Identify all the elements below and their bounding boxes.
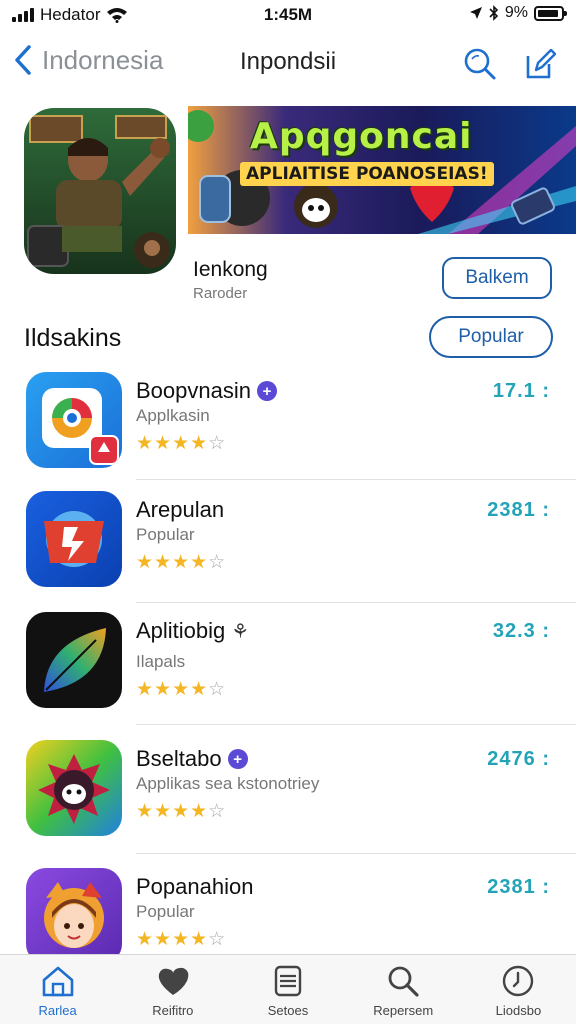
app-price: 2381 :: [487, 499, 550, 521]
edit-button[interactable]: [522, 46, 558, 82]
bluetooth-icon: [489, 5, 499, 21]
app-name-text: Arepulan: [136, 497, 225, 522]
app-name-text: Bseltabo: [136, 746, 222, 771]
section-title: Ildsakins: [24, 324, 122, 352]
tab-bar: Rarlea Reifitro Setoes Repersem Liodsbo: [0, 954, 576, 1024]
battery-percent: 9%: [504, 4, 528, 21]
status-right: 9%: [469, 4, 567, 22]
app-category: Applkasin: [136, 406, 210, 425]
tab-label: Setoes: [267, 1003, 309, 1018]
app-icon-creature: [26, 740, 122, 836]
heart-icon: [158, 967, 189, 995]
app-price: 2476 :: [487, 748, 550, 770]
banner-subtitle: APLIAITISE POANOSEIAS!: [240, 162, 494, 186]
featured-app-name: Ienkong: [193, 258, 268, 281]
leaf-badge-icon: ⚘: [231, 620, 250, 643]
tab-today[interactable]: Rarlea: [0, 955, 115, 1024]
creature-icon: [26, 740, 122, 836]
edit-icon: [526, 48, 557, 79]
app-price: 17.1 :: [492, 380, 550, 402]
tab-history[interactable]: Liodsbo: [461, 955, 576, 1024]
app-name-text: Aplitiobig: [136, 618, 226, 643]
tab-label: Reifitro: [152, 1003, 194, 1018]
app-icon-camera: [26, 372, 122, 468]
search-icon: [388, 966, 419, 997]
banner-title: Apqgoncai: [250, 116, 473, 157]
app-name: Popanahion: [136, 874, 253, 900]
app-name: Aplitiobig ⚘: [136, 618, 249, 644]
app-category: Popular: [136, 525, 195, 544]
tab-label: Rarlea: [38, 1003, 77, 1018]
divider: [136, 853, 576, 854]
tab-stack[interactable]: Setoes: [230, 955, 345, 1024]
tab-label: Liodsbo: [495, 1003, 542, 1018]
nav-bar: Indornesia Inpondsii: [0, 36, 576, 92]
featured-action-button[interactable]: Balkem: [442, 257, 552, 299]
featured-app-icon[interactable]: [24, 108, 176, 274]
app-price: 2381 :: [487, 876, 550, 898]
star-rating: ★★★★☆: [136, 801, 227, 822]
app-list-item[interactable]: Arepulan Popular ★★★★☆ 2381 :: [0, 491, 576, 619]
app-icon-avatar: [26, 868, 122, 964]
star-rating: ★★★★☆: [136, 679, 227, 700]
girl-avatar-icon: [26, 868, 122, 964]
camera-icon: [26, 372, 122, 468]
chevron-left-icon: [15, 45, 31, 75]
leaf-icon: [26, 612, 122, 708]
app-name: Arepulan: [136, 497, 224, 523]
tab-label: Repersem: [373, 1003, 434, 1018]
app-icon-bolt: [26, 491, 122, 587]
star-rating: ★★★★☆: [136, 552, 227, 573]
app-list-item[interactable]: Bseltabo + Applikas sea kstonotriey ★★★★☆…: [0, 740, 576, 868]
star-rating: ★★★★☆: [136, 433, 227, 454]
tab-favorites[interactable]: Reifitro: [115, 955, 230, 1024]
back-label: Indornesia: [42, 44, 164, 75]
app-name: Bseltabo +: [136, 746, 248, 772]
plus-badge-icon: +: [256, 381, 277, 401]
game-character-artwork: [24, 108, 176, 274]
app-list-item[interactable]: Boopvnasin + Applkasin ★★★★☆ 17.1 :: [0, 372, 576, 500]
app-category: Popular: [136, 902, 195, 921]
featured-banner[interactable]: Apqgoncai APLIAITISE POANOSEIAS!: [188, 106, 576, 234]
status-bar: Hedator 1:45M 9%: [0, 0, 576, 30]
plus-badge-icon: +: [227, 749, 248, 769]
app-icon-leaf: [26, 612, 122, 708]
lightning-icon: [26, 491, 122, 587]
app-price: 32.3 :: [492, 620, 550, 642]
app-category: Ilapals: [136, 652, 186, 671]
divider: [136, 724, 576, 725]
app-name: Boopvnasin +: [136, 378, 277, 404]
tab-search[interactable]: Repersem: [346, 955, 461, 1024]
featured-app-subtitle: Raroder: [193, 285, 248, 302]
location-arrow-icon: [469, 7, 482, 19]
popular-filter-button[interactable]: Popular: [429, 316, 553, 358]
search-button[interactable]: [462, 46, 498, 82]
battery-icon: [534, 5, 567, 21]
divider: [136, 602, 576, 603]
back-button[interactable]: Indornesia: [14, 44, 163, 76]
star-rating: ★★★★☆: [136, 929, 227, 950]
divider: [136, 479, 576, 480]
app-name-text: Boopvnasin: [136, 378, 251, 403]
app-list-item[interactable]: Aplitiobig ⚘ Ilapals ★★★★☆ 32.3 :: [0, 612, 576, 740]
clock-icon: [503, 965, 534, 997]
home-icon: [42, 966, 73, 997]
app-name-text: Popanahion: [136, 874, 254, 899]
app-category: Applikas sea kstonotriey: [136, 774, 320, 793]
search-icon: [464, 48, 496, 80]
stack-icon: [274, 965, 302, 997]
